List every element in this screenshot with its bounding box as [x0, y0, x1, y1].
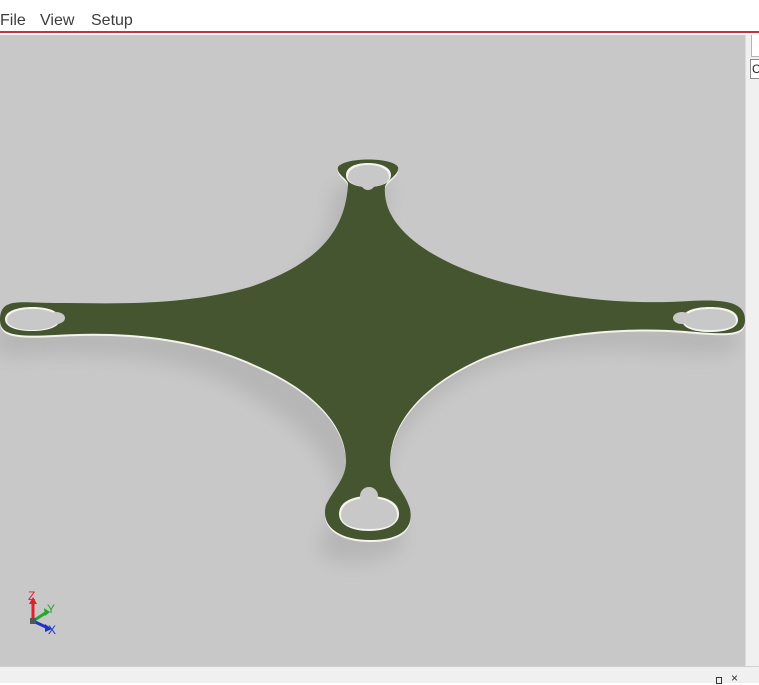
x-axis-label: X	[48, 623, 56, 637]
panel-tab-stub[interactable]	[751, 35, 759, 57]
right-side-panel: C	[745, 35, 759, 676]
y-axis-label: Y	[47, 602, 55, 616]
3d-viewport[interactable]: Z Y X	[0, 35, 745, 666]
panel-c-button[interactable]: C	[750, 59, 759, 79]
triad-origin	[30, 618, 36, 624]
viewport-canvas[interactable]: Z Y X	[0, 35, 745, 666]
menu-bar: File View Setup	[0, 0, 759, 33]
menu-view[interactable]: View	[40, 11, 74, 31]
menu-file[interactable]: File	[0, 11, 26, 31]
axis-triad: Z Y X	[28, 589, 56, 637]
menu-setup[interactable]: Setup	[91, 11, 133, 31]
bottom-dock-strip: ×	[0, 666, 759, 685]
z-axis-label: Z	[28, 589, 35, 603]
